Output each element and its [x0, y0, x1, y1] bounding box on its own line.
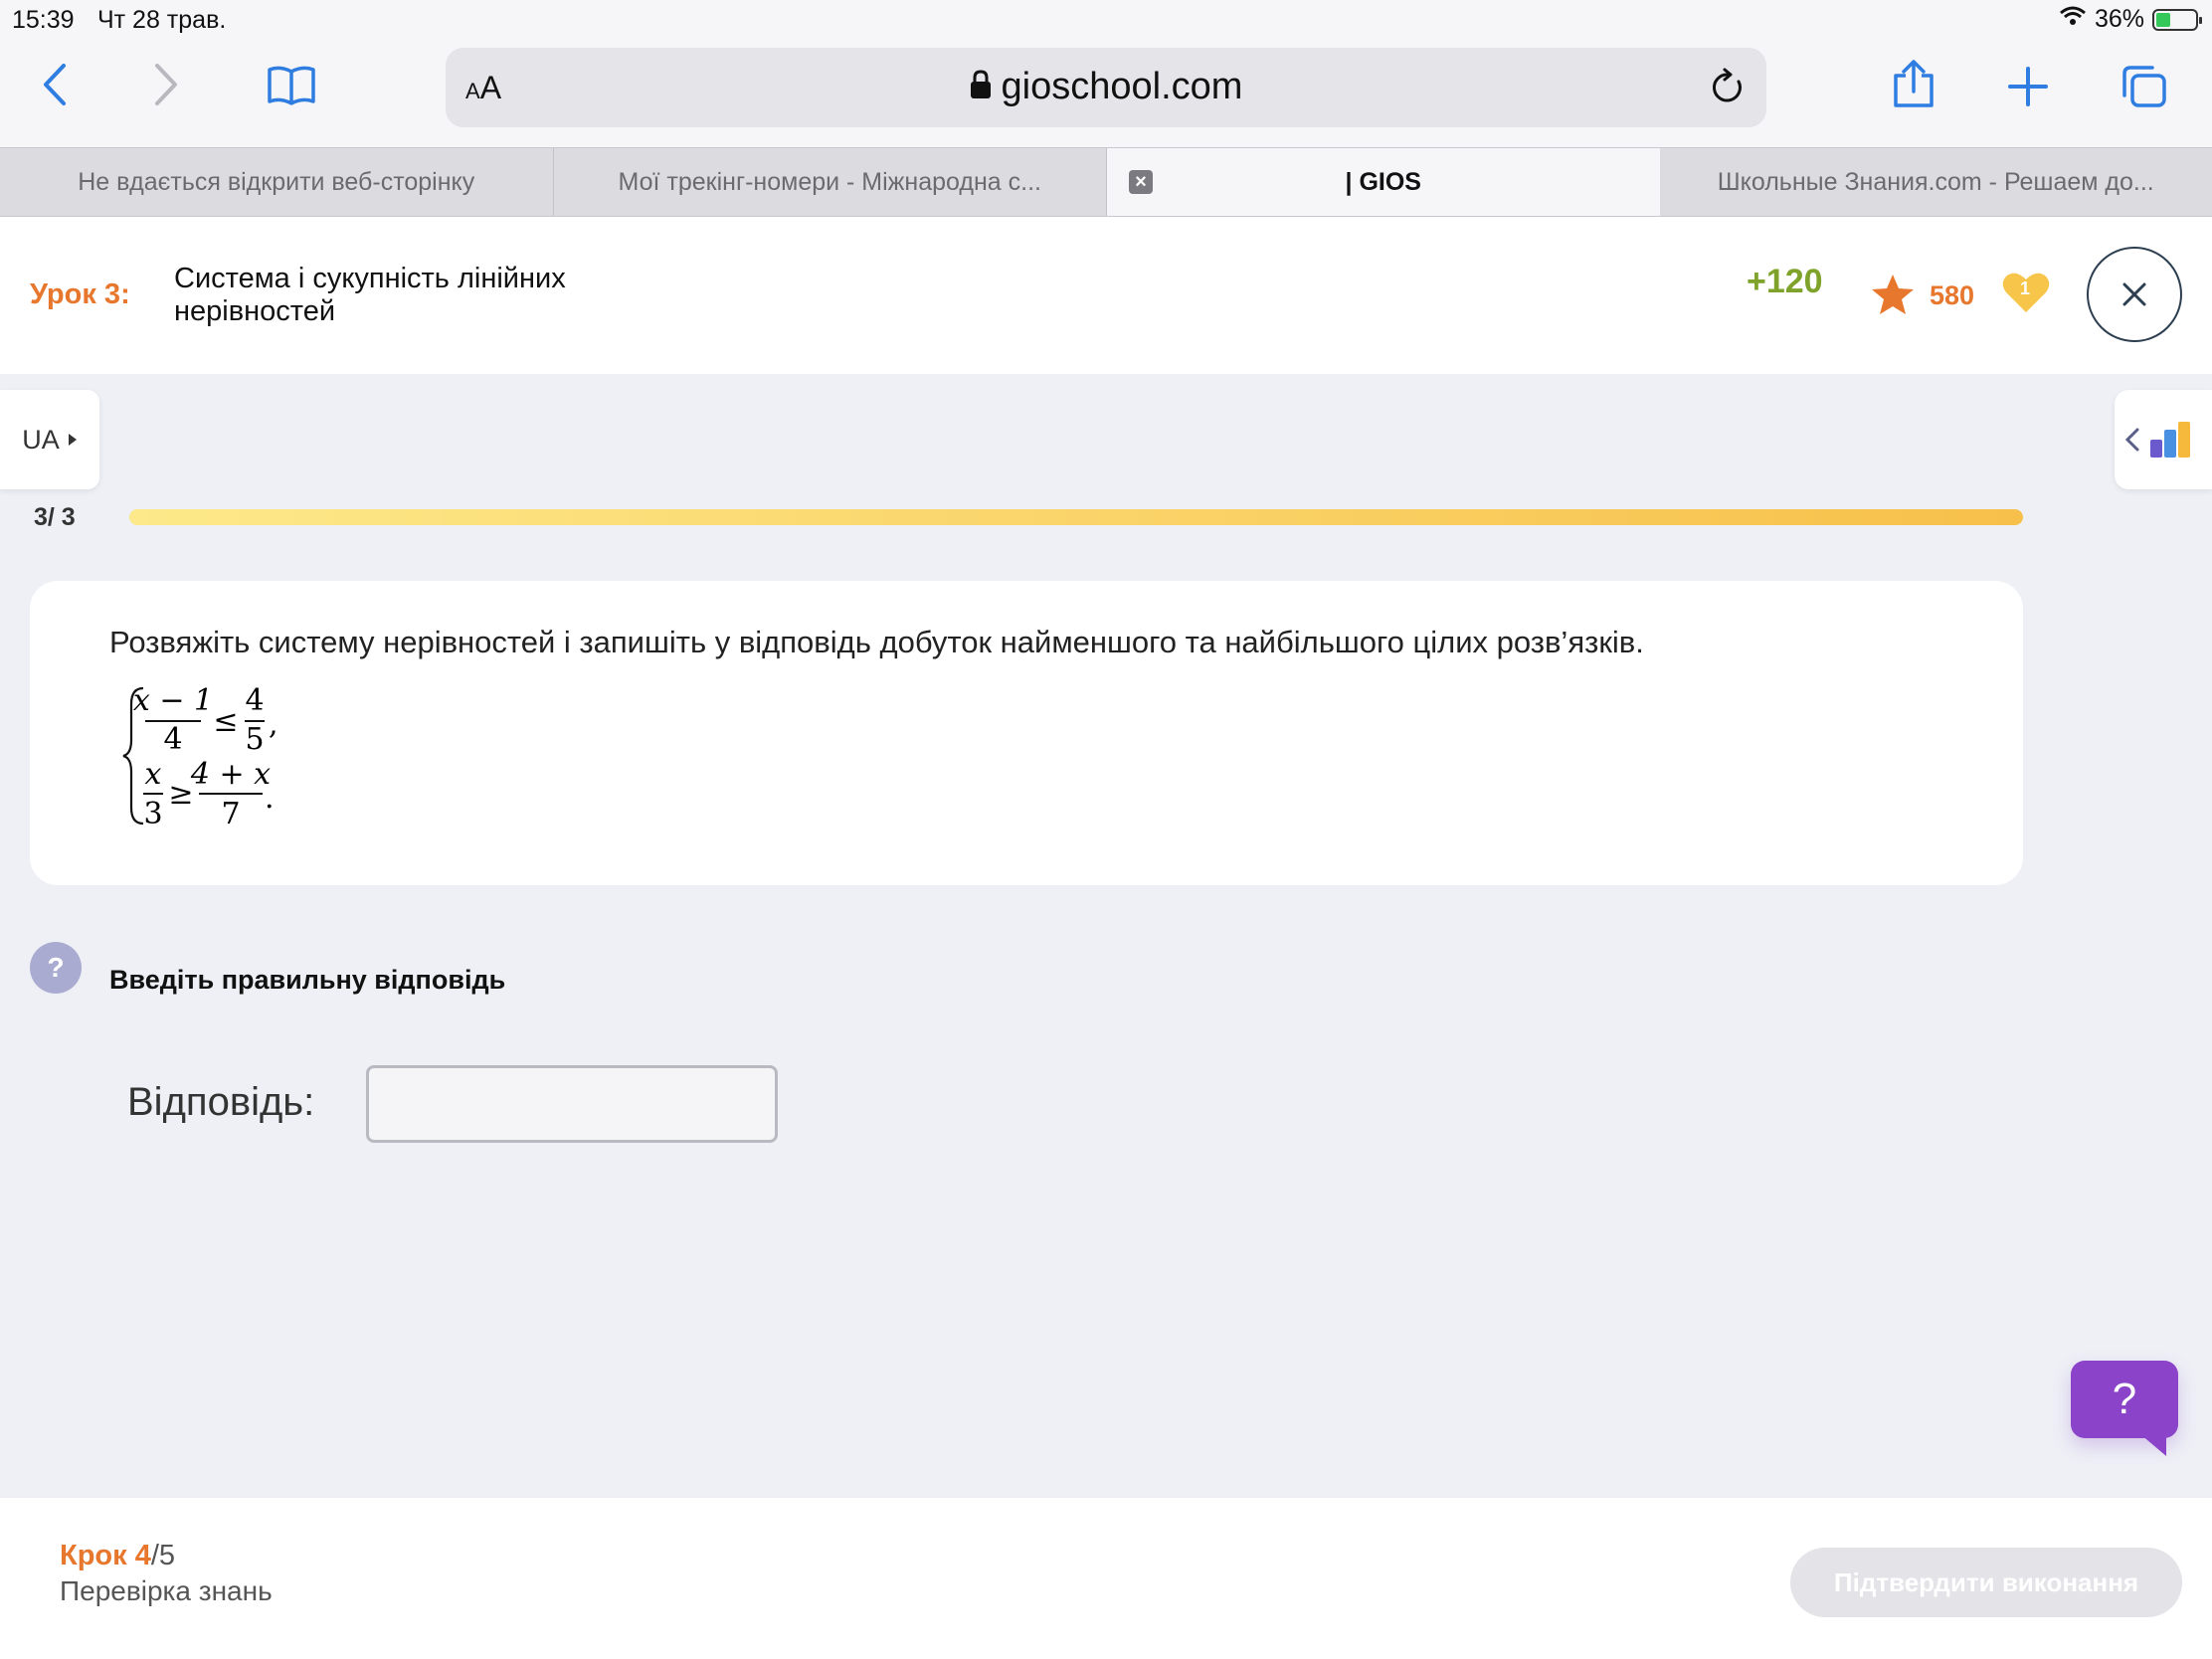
forward-icon[interactable]: [149, 62, 183, 107]
row2-end: .: [265, 781, 275, 816]
row2-op: ≥: [168, 777, 193, 812]
progress-fill: [129, 509, 2023, 525]
lesson-label: Урок 3:: [30, 278, 130, 310]
status-time: 15:39: [12, 6, 75, 34]
tab-2[interactable]: Мої трекінг-номери - Міжнародна с...: [554, 148, 1107, 216]
battery-icon: [2152, 8, 2202, 31]
language-selector[interactable]: UA: [0, 390, 99, 489]
answer-label: Відповідь:: [127, 1080, 315, 1124]
row1-den1: 4: [163, 722, 182, 757]
lock-icon: [970, 67, 992, 109]
close-tab-icon[interactable]: ×: [1129, 170, 1153, 194]
browser-toolbar: AA gioschool.com: [0, 40, 2212, 147]
tab-title: Не вдається відкрити веб-сторінку: [78, 167, 475, 196]
bookmarks-icon[interactable]: [267, 64, 316, 105]
question-text: Розвяжіть систему нерівностей і запишіть…: [109, 625, 1644, 659]
status-bar: 15:39 Чт 28 трав. 36%: [0, 0, 2212, 40]
close-icon: [2122, 282, 2146, 306]
row1-op: ≤: [213, 704, 238, 739]
progress-bar: [129, 509, 2023, 525]
answer-input[interactable]: [366, 1065, 778, 1143]
back-icon[interactable]: [38, 62, 72, 107]
lesson-header: Урок 3: Система і сукупність лінійних не…: [0, 217, 2212, 374]
tab-4[interactable]: Школьные Знания.com - Решаем до...: [1660, 148, 2212, 216]
row1-den2: 5: [245, 722, 264, 757]
heart-icon: 1: [2001, 271, 2051, 319]
progress-counter: 3/ 3: [34, 503, 76, 531]
close-lesson-button[interactable]: [2087, 247, 2182, 342]
hearts-count: 1: [2020, 278, 2030, 298]
footer: Крок 4/5 Перевірка знань Підтвердити вик…: [0, 1498, 2212, 1659]
tab-active[interactable]: × | GIOS: [1107, 148, 1660, 216]
reload-icon[interactable]: [1709, 68, 1747, 112]
tabs-overview-icon[interactable]: [2120, 64, 2168, 109]
side-panel-toggle[interactable]: [2115, 390, 2212, 489]
browser-tabs: Не вдається відкрити веб-сторінку Мої тр…: [0, 147, 2212, 217]
chat-icon: ?: [2112, 1375, 2137, 1423]
address-bar[interactable]: AA gioschool.com: [446, 48, 1766, 127]
status-date: Чт 28 трав.: [97, 6, 227, 34]
stats-icon: [2150, 422, 2190, 458]
tab-title: Школьные Знания.com - Решаем до...: [1717, 167, 2154, 196]
language-label: UA: [22, 424, 60, 455]
row2-den2: 7: [221, 797, 240, 831]
new-tab-icon[interactable]: [2007, 66, 2049, 107]
step-indicator: Крок 4/5: [60, 1540, 175, 1572]
status-right: 36%: [2059, 5, 2202, 34]
url-display[interactable]: gioschool.com: [446, 66, 1766, 109]
confirm-button[interactable]: Підтвердити виконання: [1790, 1548, 2182, 1617]
chat-help-button[interactable]: ?: [2071, 1361, 2178, 1456]
row2-den1: 3: [143, 797, 162, 831]
row1-num2: 4: [245, 684, 264, 718]
chevron-left-icon: [2124, 428, 2139, 452]
step-name: Перевірка знань: [60, 1575, 273, 1606]
battery-percent: 36%: [2094, 5, 2144, 33]
tab-title: Мої трекінг-номери - Міжнародна с...: [618, 167, 1041, 196]
step-current: 4: [134, 1540, 151, 1571]
tab-1[interactable]: Не вдається відкрити веб-сторінку: [0, 148, 554, 216]
step-total: /5: [150, 1540, 176, 1571]
share-icon[interactable]: [1892, 60, 1936, 109]
tab-title: | GIOS: [1345, 167, 1421, 196]
points-badge: +120: [1747, 263, 1823, 300]
step-label: Крок: [60, 1540, 127, 1571]
help-icon[interactable]: ?: [30, 942, 82, 994]
caret-right-icon: [68, 434, 77, 446]
row1-end: ,: [269, 707, 278, 742]
lesson-title: Система і сукупність лінійних нерівносте…: [174, 263, 566, 327]
wifi-icon: [2059, 5, 2087, 34]
stars-count: 580: [1930, 280, 1975, 310]
inequality-system: x − 1 4 ≤ 4 5 , x 3 ≥ 4 + x 7 .: [121, 683, 300, 837]
row2-num1: x: [145, 757, 162, 792]
instruction-text: Введіть правильну відповідь: [109, 965, 506, 995]
star-icon: [1870, 273, 1916, 321]
question-card: Розвяжіть систему нерівностей і запишіть…: [30, 581, 2023, 885]
row2-num2: 4 + x: [190, 757, 271, 792]
domain-text: gioschool.com: [1001, 66, 1243, 107]
row1-num1: x − 1: [133, 684, 213, 718]
